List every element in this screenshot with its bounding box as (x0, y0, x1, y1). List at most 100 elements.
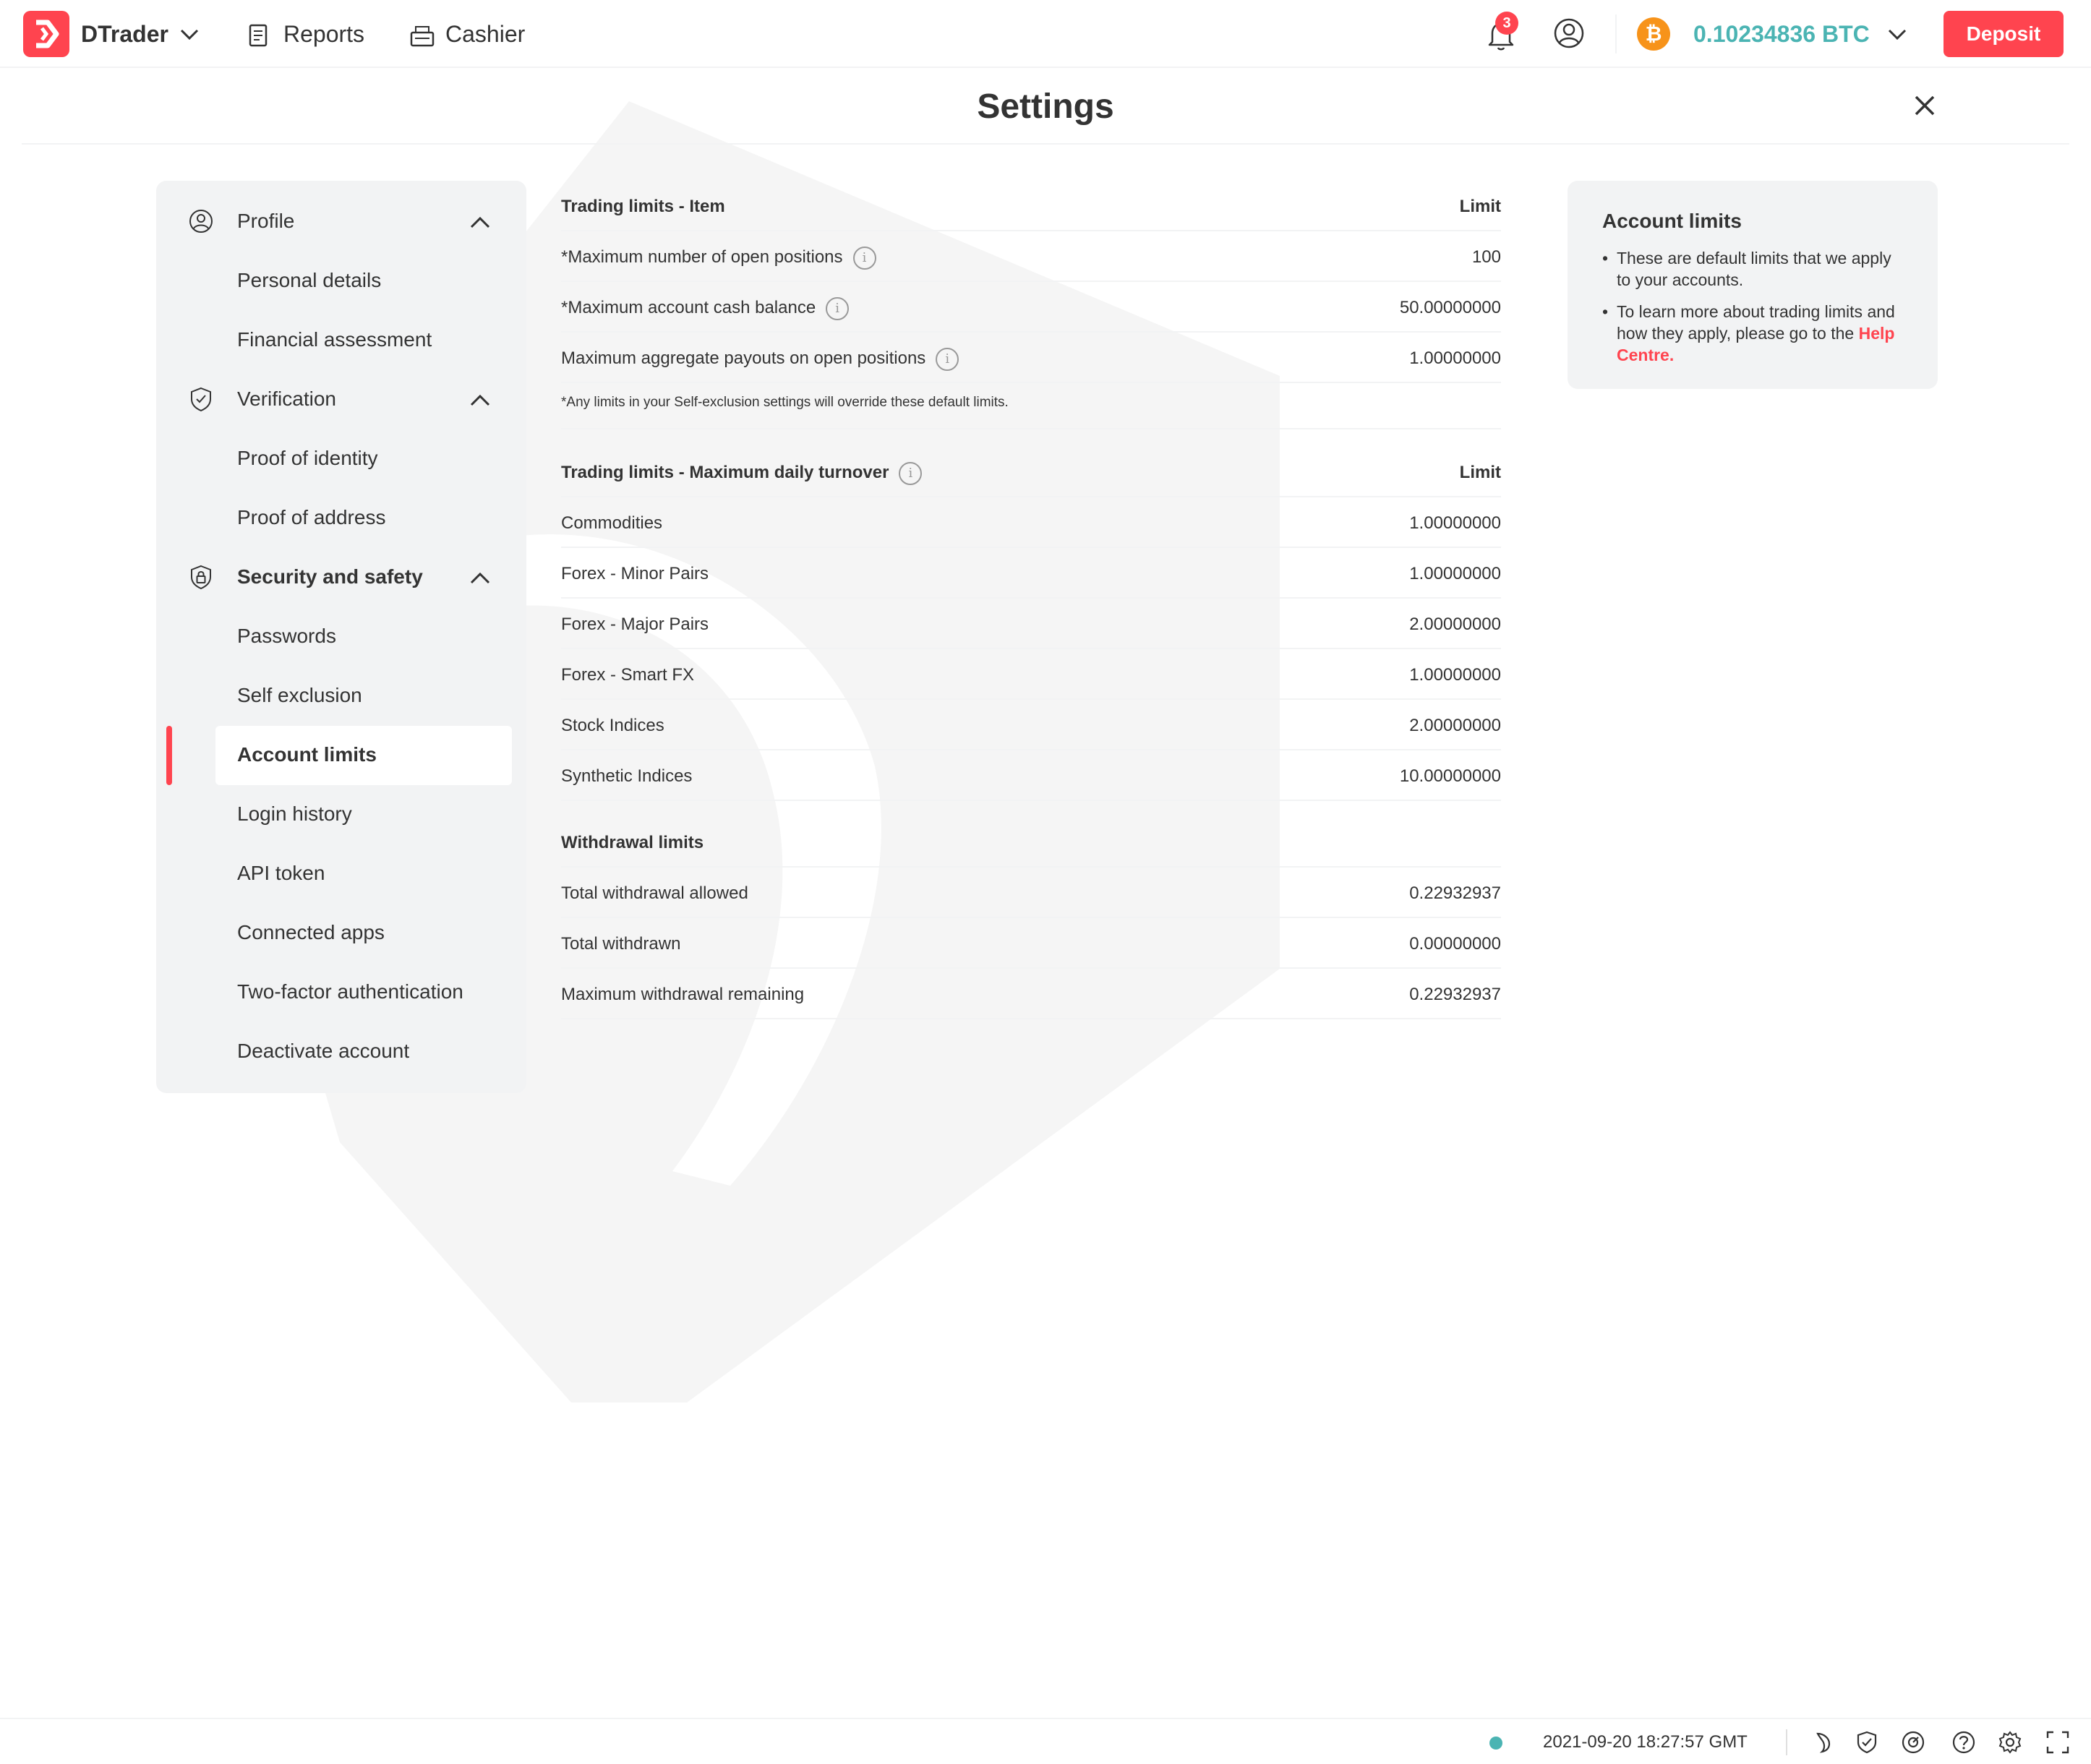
top-header: DTrader Reports Cashier 3 ₿ 0.10234836 B… (0, 0, 2091, 68)
chevron-down-icon[interactable] (178, 23, 201, 46)
info-panel-title: Account limits (1602, 210, 1742, 232)
network-status-dot (1489, 1737, 1502, 1750)
withdrawal-label: Total withdrawn (561, 934, 681, 954)
sidebar-item-api-token[interactable]: API token (156, 844, 526, 904)
table-row: Total withdrawal allowed 0.22932937 (561, 868, 1501, 918)
help-icon[interactable] (1951, 1729, 1977, 1755)
sidebar-item-personal-details[interactable]: Personal details (156, 252, 526, 311)
title-divider (22, 143, 2069, 145)
network-status-icon[interactable] (1900, 1729, 1926, 1755)
account-profile-icon[interactable] (1553, 17, 1585, 49)
table-row: Maximum aggregate payouts on open positi… (561, 333, 1501, 383)
column-header-item: Trading limits - Item (561, 197, 725, 216)
account-balance[interactable]: 0.10234836 BTC (1693, 20, 1870, 48)
market-label: Forex - Major Pairs (561, 615, 709, 634)
active-indicator (166, 726, 172, 785)
market-label: Commodities (561, 513, 663, 533)
limit-label: *Maximum number of open positions i (561, 246, 876, 270)
sidebar-item-label: Proof of identity (237, 447, 378, 469)
withdrawal-label: Total withdrawal allowed (561, 883, 748, 903)
sidebar-item-label: Connected apps (237, 921, 385, 943)
sidebar-item-proof-of-identity[interactable]: Proof of identity (156, 429, 526, 489)
info-icon[interactable]: i (936, 347, 959, 371)
sidebar-item-login-history[interactable]: Login history (156, 785, 526, 844)
sidebar-item-label: Login history (237, 802, 352, 825)
shield-check-icon (191, 387, 211, 412)
sidebar-item-label: Account limits (237, 743, 377, 766)
settings-icon[interactable] (1997, 1729, 2023, 1755)
sidebar-group-security-and-safety[interactable]: Security and safety (156, 548, 526, 607)
limit-value: 50.00000000 (1399, 298, 1501, 317)
account-limits-info-panel: Account limits These are default limits … (1568, 181, 1938, 389)
server-time: 2021-09-20 18:27:57 GMT (1543, 1732, 1748, 1752)
info-icon[interactable]: i (899, 461, 923, 485)
withdrawal-value: 0.22932937 (1409, 985, 1501, 1004)
limit-value: 100 (1471, 247, 1501, 267)
nav-reports-label: Reports (283, 21, 365, 47)
limit-value: 1.00000000 (1409, 564, 1501, 583)
sidebar-item-deactivate-account[interactable]: Deactivate account (156, 1022, 526, 1082)
sidebar-item-two-factor-authentication[interactable]: Two-factor authentication (156, 963, 526, 1022)
account-switcher-chevron-icon[interactable] (1886, 23, 1909, 46)
sidebar-group-label: Security and safety (237, 565, 423, 588)
daily-turnover-header-row: Trading limits - Maximum daily turnover i… (561, 447, 1501, 497)
status-footer: 2021-09-20 18:27:57 GMT (0, 1718, 2091, 1764)
limit-value: 2.00000000 (1409, 716, 1501, 735)
close-icon[interactable] (1913, 94, 1936, 117)
sidebar-item-label: Personal details (237, 269, 382, 291)
sidebar-item-label: Proof of address (237, 506, 386, 528)
table-row: Maximum withdrawal remaining 0.22932937 (561, 969, 1501, 1019)
table-row: Forex - Smart FX 1.00000000 (561, 649, 1501, 700)
info-icon[interactable]: i (852, 246, 876, 270)
sidebar-item-self-exclusion[interactable]: Self exclusion (156, 667, 526, 726)
withdrawal-label: Maximum withdrawal remaining (561, 985, 805, 1004)
sidebar-item-proof-of-address[interactable]: Proof of address (156, 489, 526, 548)
fullscreen-icon[interactable] (2045, 1729, 2071, 1755)
sidebar-item-financial-assessment[interactable]: Financial assessment (156, 311, 526, 370)
responsible-trading-icon[interactable] (1854, 1729, 1880, 1755)
cashier-icon (410, 26, 435, 47)
self-exclusion-note: *Any limits in your Self-exclusion setti… (561, 395, 1501, 429)
column-header-limit: Limit (1459, 197, 1501, 216)
chevron-up-icon[interactable] (469, 389, 492, 412)
market-label: Forex - Smart FX (561, 665, 695, 685)
limit-value: 10.00000000 (1399, 766, 1501, 786)
column-header-limit: Limit (1459, 463, 1501, 482)
deposit-button[interactable]: Deposit (1944, 11, 2064, 57)
note-text: *Any limits in your Self-exclusion setti… (561, 395, 1009, 410)
page-title: Settings (977, 87, 1114, 126)
dark-mode-icon[interactable] (1809, 1729, 1835, 1755)
table-row: Synthetic Indices 10.00000000 (561, 750, 1501, 801)
sidebar-group-label: Verification (237, 388, 336, 410)
table-row: Total withdrawn 0.00000000 (561, 918, 1501, 969)
sidebar-item-label: Two-factor authentication (237, 980, 463, 1003)
limit-label: *Maximum account cash balance i (561, 296, 850, 320)
btc-currency-icon: ₿ (1637, 17, 1670, 51)
dtrader-logo-icon[interactable] (23, 11, 69, 57)
market-label: Stock Indices (561, 716, 664, 735)
profile-icon (189, 210, 213, 233)
limit-label: Maximum aggregate payouts on open positi… (561, 347, 959, 371)
info-icon[interactable]: i (826, 296, 850, 320)
sidebar-item-label: Passwords (237, 625, 336, 647)
info-bullet: To learn more about trading limits and h… (1602, 301, 1909, 366)
section-header: Withdrawal limits (561, 833, 704, 852)
table-row: *Maximum number of open positions i 100 (561, 231, 1501, 282)
trading-limits-header-row: Trading limits - Item Limit (561, 181, 1501, 231)
limit-value: 1.00000000 (1409, 348, 1501, 368)
sidebar-item-account-limits[interactable]: Account limits (156, 726, 526, 785)
app-switcher[interactable]: DTrader (81, 20, 168, 48)
sidebar-item-passwords[interactable]: Passwords (156, 607, 526, 667)
chevron-up-icon[interactable] (469, 211, 492, 234)
withdrawal-value: 0.00000000 (1409, 934, 1501, 954)
table-row: Commodities 1.00000000 (561, 497, 1501, 548)
limit-value: 1.00000000 (1409, 665, 1501, 685)
chevron-up-icon[interactable] (469, 567, 492, 590)
withdrawal-limits-header-row: Withdrawal limits (561, 817, 1501, 868)
reports-icon (249, 24, 268, 47)
sidebar-group-verification[interactable]: Verification (156, 370, 526, 429)
sidebar-item-connected-apps[interactable]: Connected apps (156, 904, 526, 963)
table-row: *Maximum account cash balance i 50.000000… (561, 282, 1501, 333)
withdrawal-value: 0.22932937 (1409, 883, 1501, 903)
sidebar-group-profile[interactable]: Profile (156, 192, 526, 252)
